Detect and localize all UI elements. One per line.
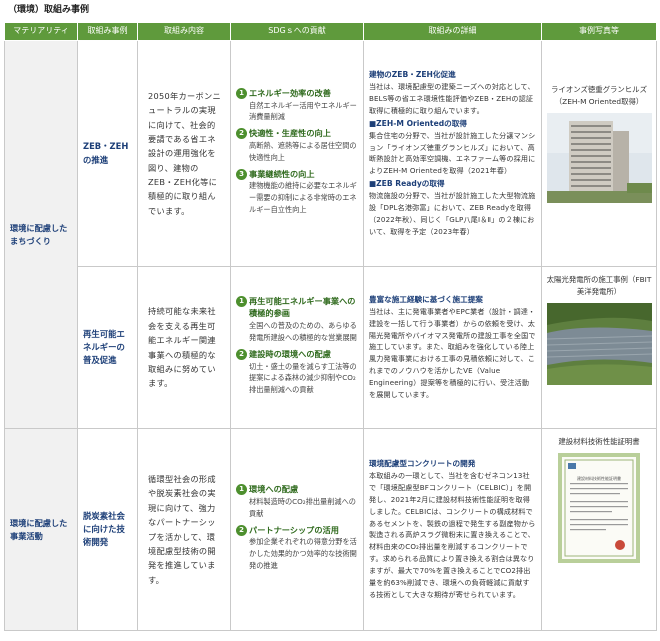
detail-heading: 環境配慮型コンクリートの開発	[369, 459, 476, 469]
sdg-number-badge: 1	[236, 87, 247, 99]
sdg-item: 1 エネルギー効率の改善 自然エネルギー活用やエネルギー消費量削減	[236, 87, 358, 123]
sdg-desc: 材料製造時のCO₂排出量削減への貢献	[249, 496, 356, 518]
table-row: 再生可能エネルギーの普及促進 持続可能な未来社会を支える再生可能エネルギー関連事…	[5, 266, 657, 429]
detail-body: 集合住宅の分野で、当社が設計施工した分譲マンション「ライオンズ徳重グランヒルズ」…	[369, 130, 536, 176]
sdg-number-badge: 1	[236, 295, 247, 307]
sdg-number-badge: 2	[236, 348, 247, 360]
sdg-title: 環境への配慮	[249, 484, 299, 495]
details-cell: 環境配慮型コンクリートの開発 本取組みの一環として、当社を含むゼネコン13社で「…	[363, 428, 542, 631]
sdg-number-badge: 1	[236, 484, 247, 496]
case-table: マテリアリティ 取組み事例 取組み内容 SDGｓへの貢献 取組みの詳細 事例写真…	[4, 22, 657, 631]
table-row: 環境に配慮した事業活動 脱炭素社会に向けた技術開発 循環型社会の形成や脱炭素社会…	[4, 428, 657, 631]
detail-body: 当社は、環境配慮型の建築ニーズへの対応として、BELS等の省エネ環境性能評価やZ…	[369, 82, 535, 115]
page-title: （環境）取組み事例	[8, 5, 90, 15]
sdg-item: 2 パートナーシップの活用 参加企業それぞれの得意分野を活かした効果的かつ効率的な…	[236, 524, 358, 572]
materiality-cell: 環境に配慮した事業活動	[4, 428, 78, 631]
detail-body: 物流施設の分野で、当社が設計施工した大型物流施設「DPL名港弥富」において、ZE…	[369, 191, 536, 236]
header-case: 取組み事例	[77, 22, 138, 41]
sdg-item: 2 建設時の環境への配慮 切土・盛土の量を減らす工法等の提案による森林の減少抑制や…	[236, 348, 358, 396]
photo-caption: 建設材料技術性能証明書	[558, 437, 640, 446]
sdg-title: エネルギー効率の改善	[249, 87, 331, 98]
sdg-item: 1 再生可能エネルギー事業への積極的参画 全国への普及のための、あらゆる発電所建設…	[236, 295, 358, 344]
detail-subheading: ■ZEH-M Orientedの取得	[369, 118, 467, 128]
sdg-desc: 参加企業それぞれの得意分野を活かした効果的かつ効率的な技術開発の推進	[249, 537, 357, 571]
photo-cell: 建設材料技術性能証明書 建設材料技術性能証明書	[541, 428, 657, 631]
sdg-desc: 全国への普及のための、あらゆる発電所建設への積極的な営業展開	[249, 321, 357, 343]
sdg-item: 1 環境への配慮 材料製造時のCO₂排出量削減への貢献	[236, 483, 358, 519]
certificate-image	[558, 452, 640, 563]
photo-caption: 太陽光発電所の施工事例（FBIT美洋発電所）	[546, 275, 652, 296]
header-sdgs: SDGｓへの貢献	[230, 22, 364, 41]
detail-body: 本取組みの一環として、当社を含むゼネコン13社で「環境配慮型BFコンクリート（C…	[369, 470, 536, 599]
building-photo	[546, 112, 652, 203]
sdgs-cell: 1 エネルギー効率の改善 自然エネルギー活用やエネルギー消費量削減 2 快適性・生産…	[230, 40, 364, 267]
sdg-desc: 高断熱、遮熱等による居住空間の快適性向上	[249, 141, 357, 162]
sdg-title: 建設時の環境への配慮	[249, 348, 331, 359]
materiality-cell: 環境に配慮したまちづくり	[4, 40, 78, 429]
content-cell: 循環型社会の形成や脱炭素社会の実現に向けて、強力なパートナーシップを活かして、環…	[137, 428, 231, 631]
header-details: 取組みの詳細	[363, 22, 542, 41]
details-cell: 豊富な施工経験に基づく施工提案 当社は、主に発電事業者やEPC業者（設計・調達・…	[363, 266, 542, 429]
sdg-number-badge: 2	[236, 524, 247, 536]
detail-heading: 建物のZEB・ZEH化促進	[369, 70, 456, 80]
sdg-number-badge: 2	[236, 128, 247, 140]
table-row: 環境に配慮したまちづくり ZEB・ZEHの推進 2050年カーボンニュートラルの…	[4, 40, 657, 429]
header-materiality: マテリアリティ	[4, 22, 78, 41]
details-cell: 建物のZEB・ZEH化促進 当社は、環境配慮型の建築ニーズへの対応として、BEL…	[363, 40, 542, 267]
table-header-row: マテリアリティ 取組み事例 取組み内容 SDGｓへの貢献 取組みの詳細 事例写真…	[4, 22, 657, 41]
case-cell: ZEB・ZEHの推進	[77, 40, 138, 267]
photo-cell: ライオンズ徳重グランヒルズ（ZEH-M Oriented取得）	[541, 40, 657, 267]
sdg-number-badge: 3	[236, 168, 247, 180]
sdg-title: 快適性・生産性の向上	[249, 128, 331, 139]
sdg-desc: 建物機能の維持に必要なエネルギー需要の抑制による非常時のエネルギー自立性向上	[249, 181, 357, 215]
solar-plant-photo	[546, 302, 652, 385]
sdgs-cell: 1 再生可能エネルギー事業への積極的参画 全国への普及のための、あらゆる発電所建設…	[230, 266, 364, 429]
sdg-desc: 切土・盛土の量を減らす工法等の提案による森林の減少抑制やCO₂排出量削減への貢献	[249, 361, 357, 395]
sdg-title: パートナーシップの活用	[249, 524, 339, 535]
photo-caption: ライオンズ徳重グランヒルズ（ZEH-M Oriented取得）	[551, 85, 647, 106]
case-cell: 脱炭素社会に向けた技術開発	[77, 428, 138, 631]
header-photo: 事例写真等	[541, 22, 657, 41]
content-cell: 2050年カーボンニュートラルの実現に向けて、社会的要請である省エネ設計の運用強…	[137, 40, 231, 267]
sdg-title: 再生可能エネルギー事業への積極的参画	[249, 295, 356, 319]
sdg-item: 3 事業継続性の向上 建物機能の維持に必要なエネルギー需要の抑制による非常時のエネ…	[236, 168, 358, 216]
sdg-desc: 自然エネルギー活用やエネルギー消費量削減	[249, 100, 357, 122]
detail-subheading: ■ZEB Readyの取得	[369, 179, 445, 189]
sdgs-cell: 1 環境への配慮 材料製造時のCO₂排出量削減への貢献 2 パートナーシップの活用 …	[230, 428, 364, 631]
photo-cell: 太陽光発電所の施工事例（FBIT美洋発電所）	[541, 266, 657, 429]
content-cell: 持続可能な未来社会を支える再生可能エネルギー関連事業への積極的な取組みに努めてい…	[137, 266, 231, 429]
header-content: 取組み内容	[137, 22, 231, 41]
sdg-title: 事業継続性の向上	[249, 168, 315, 179]
case-cell: 再生可能エネルギーの普及促進	[77, 266, 138, 429]
sdg-item: 2 快適性・生産性の向上 高断熱、遮熱等による居住空間の快適性向上	[236, 127, 358, 163]
detail-body: 当社は、主に発電事業者やEPC業者（設計・調達・建設を一括して行う事業者）からの…	[369, 306, 536, 400]
detail-heading: 豊富な施工経験に基づく施工提案	[369, 294, 483, 304]
